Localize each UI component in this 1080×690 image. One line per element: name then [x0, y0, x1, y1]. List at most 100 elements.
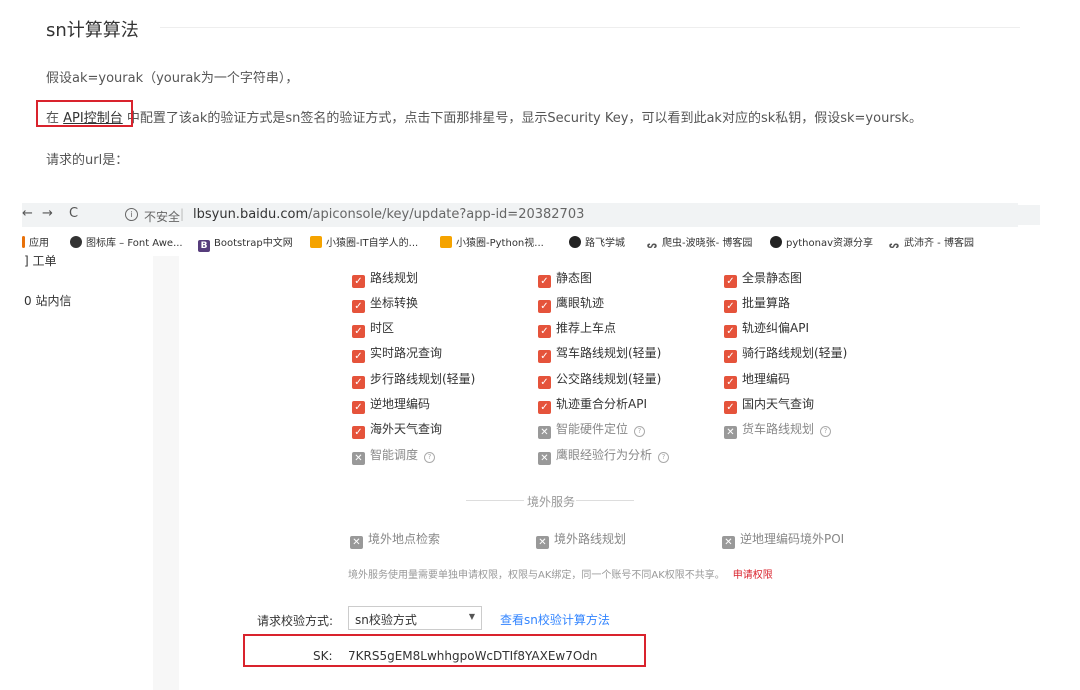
- checkbox-checked-icon: ✓: [352, 401, 365, 414]
- service-checkbox[interactable]: ✕ 智能硬件定位?: [538, 420, 646, 439]
- verify-method-label: 请求校验方式:: [257, 614, 334, 628]
- checkbox-disabled-icon: ✕: [724, 426, 737, 439]
- overseas-service-checkbox[interactable]: ✕ 境外地点检索: [350, 530, 440, 549]
- service-checkbox[interactable]: ✓ 时区: [352, 319, 394, 338]
- url-separator: |: [180, 207, 185, 221]
- service-checkbox[interactable]: ✓ 骑行路线规划(轻量): [724, 344, 847, 363]
- checkbox-checked-icon: ✓: [352, 426, 365, 439]
- paragraph-url: 请求的url是：: [46, 153, 129, 168]
- checkbox-checked-icon: ✓: [352, 350, 365, 363]
- checkbox-disabled-icon: ✕: [538, 452, 551, 465]
- service-checkbox[interactable]: ✓ 鹰眼轨迹: [538, 294, 604, 313]
- globe-icon: [70, 236, 82, 248]
- verify-method-select[interactable]: sn校验方式 ▼: [348, 606, 482, 630]
- service-checkbox[interactable]: ✕ 货车路线规划?: [724, 420, 832, 439]
- service-checkbox[interactable]: ✓ 实时路况查询: [352, 344, 442, 363]
- sidebar-item-messages[interactable]: 0 站内信: [24, 292, 71, 309]
- paragraph-console: 在 API控制台 中配置了该ak的验证方式是sn签名的验证方式，点击下面那排星号…: [46, 107, 922, 126]
- help-icon[interactable]: ?: [658, 452, 670, 463]
- url-text[interactable]: lbsyun.baidu.com/apiconsole/key/update?a…: [193, 207, 584, 222]
- apply-permission-link[interactable]: 申请权限: [733, 570, 773, 581]
- service-checkbox[interactable]: ✓ 轨迹纠偏API: [724, 319, 809, 338]
- checkbox-disabled-icon: ✕: [352, 452, 365, 465]
- overseas-section-divider: 境外服务: [466, 493, 634, 509]
- service-checkbox[interactable]: ✓ 路线规划: [352, 269, 418, 288]
- overseas-section-label: 境外服务: [527, 495, 576, 509]
- service-checkbox[interactable]: ✓ 逆地理编码: [352, 395, 430, 414]
- para-suffix: 中配置了该ak的验证方式是sn签名的验证方式，点击下面那排星号，显示Securi…: [122, 111, 922, 126]
- luffy-icon: [569, 236, 581, 248]
- service-checkbox[interactable]: ✓ 驾车路线规划(轻量): [538, 344, 661, 363]
- checkbox-checked-icon: ✓: [724, 350, 737, 363]
- service-checkbox[interactable]: ✓ 静态图: [538, 269, 592, 288]
- bookmark-item[interactable]: B Bootstrap中文网: [198, 234, 293, 252]
- checkbox-checked-icon: ✓: [352, 300, 365, 313]
- sk-value[interactable]: 7KRS5gEM8LwhhgpoWcDTIf8YAXEw7Odn: [348, 649, 598, 663]
- service-checkbox[interactable]: ✓ 批量算路: [724, 294, 790, 313]
- service-checkbox[interactable]: ✓ 坐标转换: [352, 294, 418, 313]
- service-checkbox[interactable]: ✓ 国内天气查询: [724, 395, 814, 414]
- insecure-label: 不安全: [144, 210, 181, 224]
- service-checkbox[interactable]: ✕ 鹰眼经验行为分析?: [538, 446, 670, 465]
- service-checkbox[interactable]: ✓ 全景静态图: [724, 269, 802, 288]
- url-host: lbsyun.baidu.com: [193, 207, 309, 222]
- bookmark-item[interactable]: pythonav资源分享: [770, 234, 873, 249]
- back-icon[interactable]: ←: [22, 206, 33, 221]
- checkbox-disabled-icon: ✕: [350, 536, 363, 549]
- bookmark-item[interactable]: 小猿圈-IT自学人的...: [310, 234, 418, 249]
- service-checkbox[interactable]: ✓ 海外天气查询: [352, 420, 442, 439]
- cnblogs-icon: ᔕ: [888, 240, 900, 252]
- help-icon[interactable]: ?: [820, 426, 832, 437]
- apps-icon: [22, 236, 25, 248]
- bookmark-item[interactable]: 应用: [22, 234, 49, 249]
- sidebar-item-ticket[interactable]: ] 工单: [24, 252, 57, 269]
- sn-calc-method-link[interactable]: 查看sn校验计算方法: [500, 611, 610, 628]
- checkbox-disabled-icon: ✕: [536, 536, 549, 549]
- service-checkbox[interactable]: ✕ 智能调度?: [352, 446, 436, 465]
- checkbox-checked-icon: ✓: [724, 300, 737, 313]
- checkbox-checked-icon: ✓: [538, 275, 551, 288]
- service-checkbox[interactable]: ✓ 轨迹重合分析API: [538, 395, 647, 414]
- forward-icon[interactable]: →: [42, 206, 53, 221]
- checkbox-checked-icon: ✓: [538, 401, 551, 414]
- url-path: /apiconsole/key/update?app-id=20382703: [308, 207, 585, 222]
- bookmark-item[interactable]: 路飞学城: [569, 234, 625, 249]
- luffy-icon: [770, 236, 782, 248]
- checkbox-disabled-icon: ✕: [538, 426, 551, 439]
- url-field[interactable]: i 不安全 | lbsyun.baidu.com/apiconsole/key/…: [117, 205, 1040, 225]
- checkbox-checked-icon: ✓: [538, 350, 551, 363]
- checkbox-checked-icon: ✓: [352, 325, 365, 338]
- service-checkbox[interactable]: ✓ 推荐上车点: [538, 319, 616, 338]
- info-icon[interactable]: i: [125, 208, 138, 221]
- overseas-service-checkbox[interactable]: ✕ 逆地理编码境外POI: [722, 530, 844, 549]
- caret-down-icon: ▼: [468, 612, 475, 621]
- paragraph-ak: 假设ak=yourak（yourak为一个字符串），: [46, 71, 299, 86]
- checkbox-disabled-icon: ✕: [722, 536, 735, 549]
- section-title: sn计算算法: [46, 20, 139, 41]
- xiaoyuan-icon: [440, 236, 452, 248]
- bookmarks-bar: 应用 图标库 – Font Awe... B Bootstrap中文网 小猿圈-I…: [22, 230, 1022, 252]
- title-divider: [160, 27, 1020, 28]
- service-checkbox[interactable]: ✓ 步行路线规划(轻量): [352, 370, 475, 389]
- divider-line: [466, 500, 524, 501]
- reload-icon[interactable]: C: [69, 206, 78, 221]
- help-icon[interactable]: ?: [634, 426, 646, 437]
- checkbox-checked-icon: ✓: [724, 275, 737, 288]
- checkbox-checked-icon: ✓: [352, 376, 365, 389]
- divider-line: [576, 500, 634, 501]
- bookmark-item[interactable]: 小猿圈-Python视...: [440, 234, 544, 249]
- highlight-box-api-link: [36, 100, 133, 127]
- doc-section: sn计算算法 假设ak=yourak（yourak为一个字符串）， 在 API控…: [0, 0, 1080, 200]
- bookmark-item[interactable]: ᔕ 武沛齐 - 博客园: [888, 234, 974, 252]
- overseas-notice: 境外服务使用量需要单独申请权限，权限与AK绑定，同一个账号不同AK权限不共享。申…: [348, 570, 773, 581]
- bookmark-item[interactable]: 图标库 – Font Awe...: [70, 234, 183, 249]
- help-icon[interactable]: ?: [424, 452, 436, 463]
- checkbox-checked-icon: ✓: [724, 325, 737, 338]
- sk-label: SK:: [313, 649, 333, 663]
- checkbox-checked-icon: ✓: [352, 275, 365, 288]
- select-value: sn校验方式: [355, 613, 417, 627]
- service-checkbox[interactable]: ✓ 公交路线规划(轻量): [538, 370, 661, 389]
- service-checkbox[interactable]: ✓ 地理编码: [724, 370, 790, 389]
- bookmark-item[interactable]: ᔕ 爬虫-波晓张- 博客园: [646, 234, 752, 252]
- overseas-service-checkbox[interactable]: ✕ 境外路线规划: [536, 530, 626, 549]
